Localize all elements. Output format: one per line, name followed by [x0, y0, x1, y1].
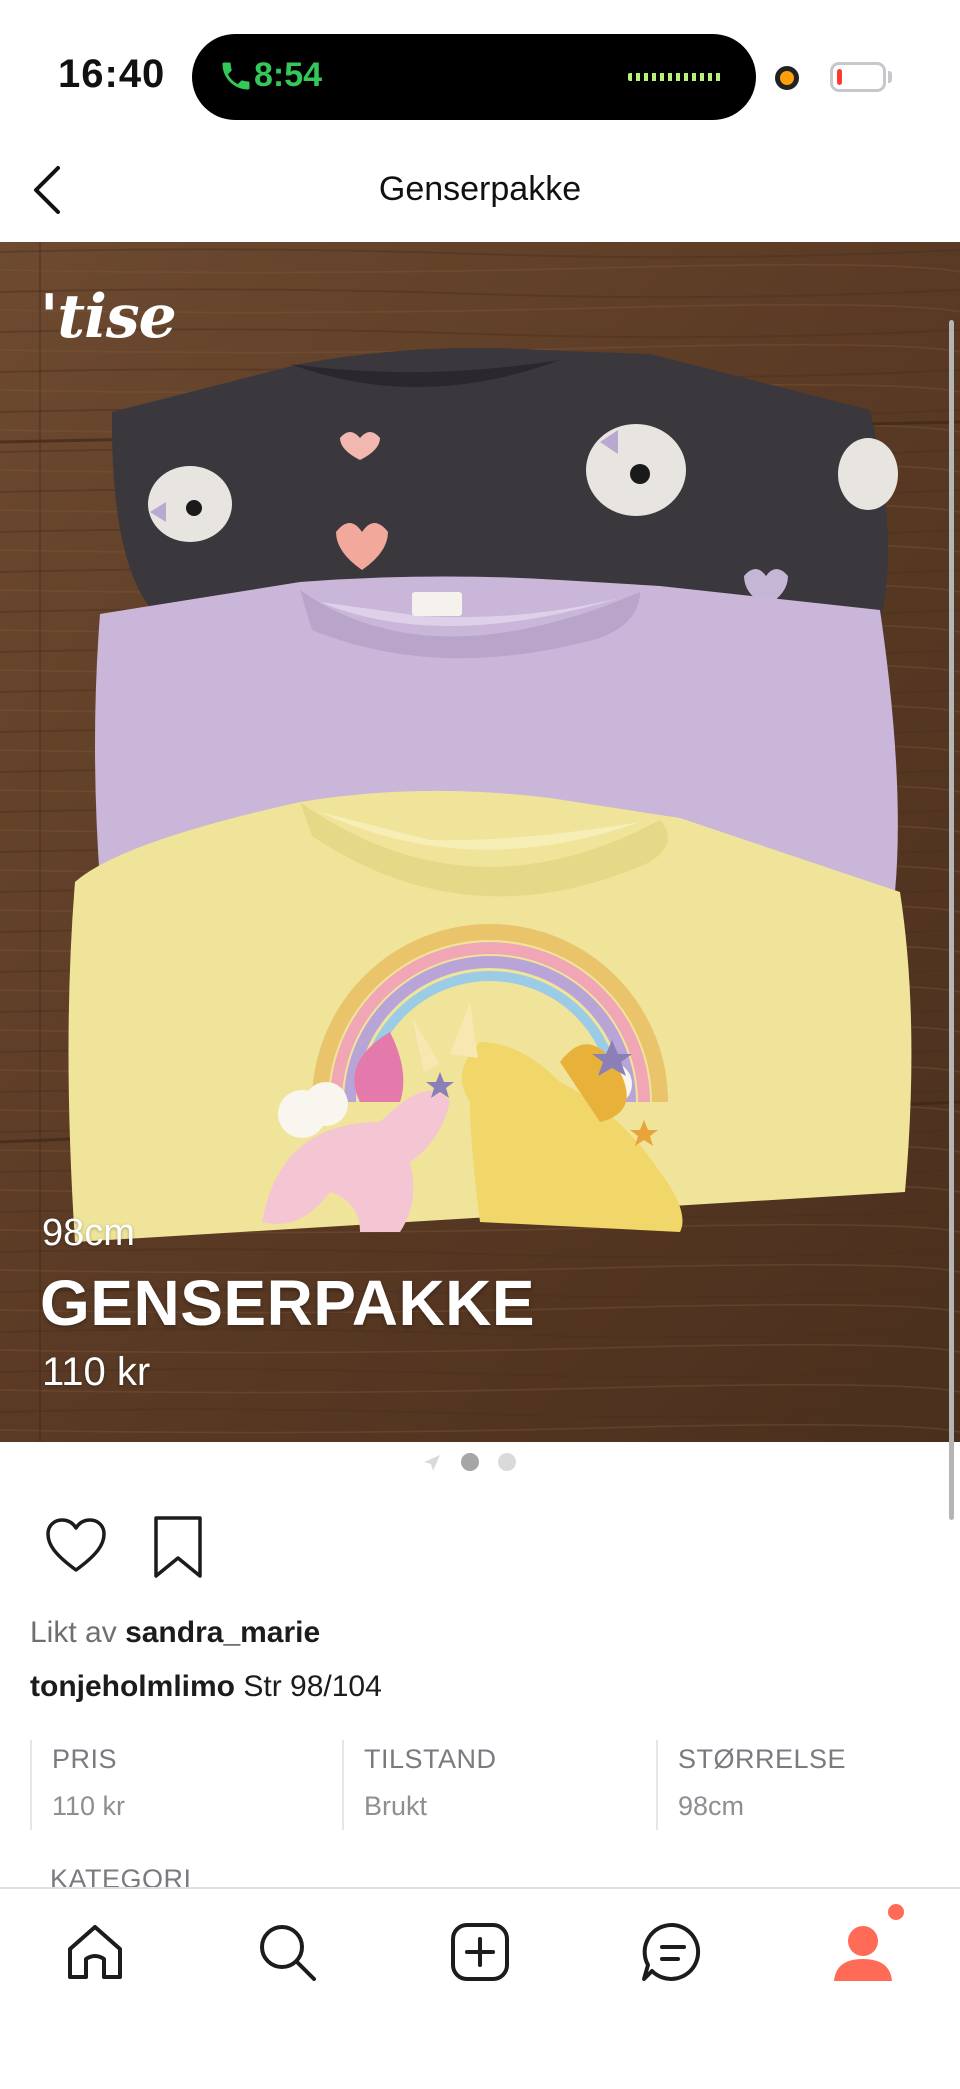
info-condition: TILSTAND Brukt: [342, 1740, 654, 1830]
image-pagination: [0, 1452, 960, 1472]
pagination-dot-active[interactable]: [461, 1453, 479, 1471]
status-bar: 16:40 8:54: [0, 0, 960, 140]
tab-profile[interactable]: [828, 1917, 898, 1987]
info-price: PRIS 110 kr: [30, 1740, 340, 1830]
search-icon: [260, 1925, 316, 1981]
home-icon: [68, 1925, 122, 1979]
info-label: PRIS: [52, 1744, 118, 1774]
add-icon: [451, 1923, 509, 1981]
location-arrow-icon: [424, 1455, 440, 1471]
phone-icon: [222, 62, 250, 90]
seller-username[interactable]: tonjeholmlimo: [30, 1670, 235, 1703]
tab-add[interactable]: [445, 1917, 515, 1987]
liked-by: Likt av sandra_marie: [30, 1616, 320, 1650]
tab-chat[interactable]: [638, 1917, 708, 1987]
nav-header: Genserpakke: [0, 140, 960, 242]
battery-tip: [888, 71, 892, 83]
tab-search[interactable]: [252, 1917, 322, 1987]
dynamic-island[interactable]: 8:54: [192, 34, 756, 120]
info-label: TILSTAND: [364, 1744, 497, 1774]
page-title: Genserpakke: [378, 170, 582, 208]
info-value: 110 kr: [52, 1791, 126, 1821]
tab-home[interactable]: [60, 1917, 130, 1987]
pagination-dot[interactable]: [498, 1453, 516, 1471]
liked-by-user[interactable]: sandra_marie: [125, 1616, 320, 1649]
bookmark-icon[interactable]: [148, 1514, 208, 1580]
overlay-title: GENSERPAKKE: [40, 1267, 536, 1339]
battery-icon: [830, 62, 886, 92]
notification-badge: [888, 1904, 904, 1920]
info-label: STØRRELSE: [678, 1744, 847, 1774]
chat-icon: [642, 1922, 701, 1981]
heart-icon[interactable]: [44, 1514, 108, 1578]
camera-indicator-dot: [775, 66, 799, 90]
caption: tonjeholmlimo Str 98/104: [30, 1670, 382, 1704]
sweaters-image: [0, 242, 960, 1442]
battery-level: [837, 69, 842, 85]
listing-photo[interactable]: 'tise 98cm GENSERPAKKE 110 kr: [0, 242, 960, 1442]
audio-waveform: [628, 73, 724, 81]
info-value: 98cm: [678, 1791, 745, 1821]
tise-logo: 'tise: [40, 282, 177, 352]
liked-by-prefix: Likt av: [30, 1616, 117, 1649]
overlay-price: 110 kr: [42, 1350, 151, 1394]
tab-bar: [0, 1887, 960, 2089]
info-value: Brukt: [364, 1791, 428, 1821]
status-time: 16:40: [58, 52, 166, 96]
caption-text: Str 98/104: [243, 1670, 382, 1703]
call-duration: 8:54: [254, 56, 323, 94]
scrollbar[interactable]: [949, 320, 954, 1520]
profile-icon: [834, 1926, 892, 1981]
info-size: STØRRELSE 98cm: [656, 1740, 930, 1830]
info-grid: PRIS 110 kr TILSTAND Brukt STØRRELSE 98c…: [30, 1740, 930, 1830]
overlay-size: 98cm: [42, 1212, 135, 1254]
